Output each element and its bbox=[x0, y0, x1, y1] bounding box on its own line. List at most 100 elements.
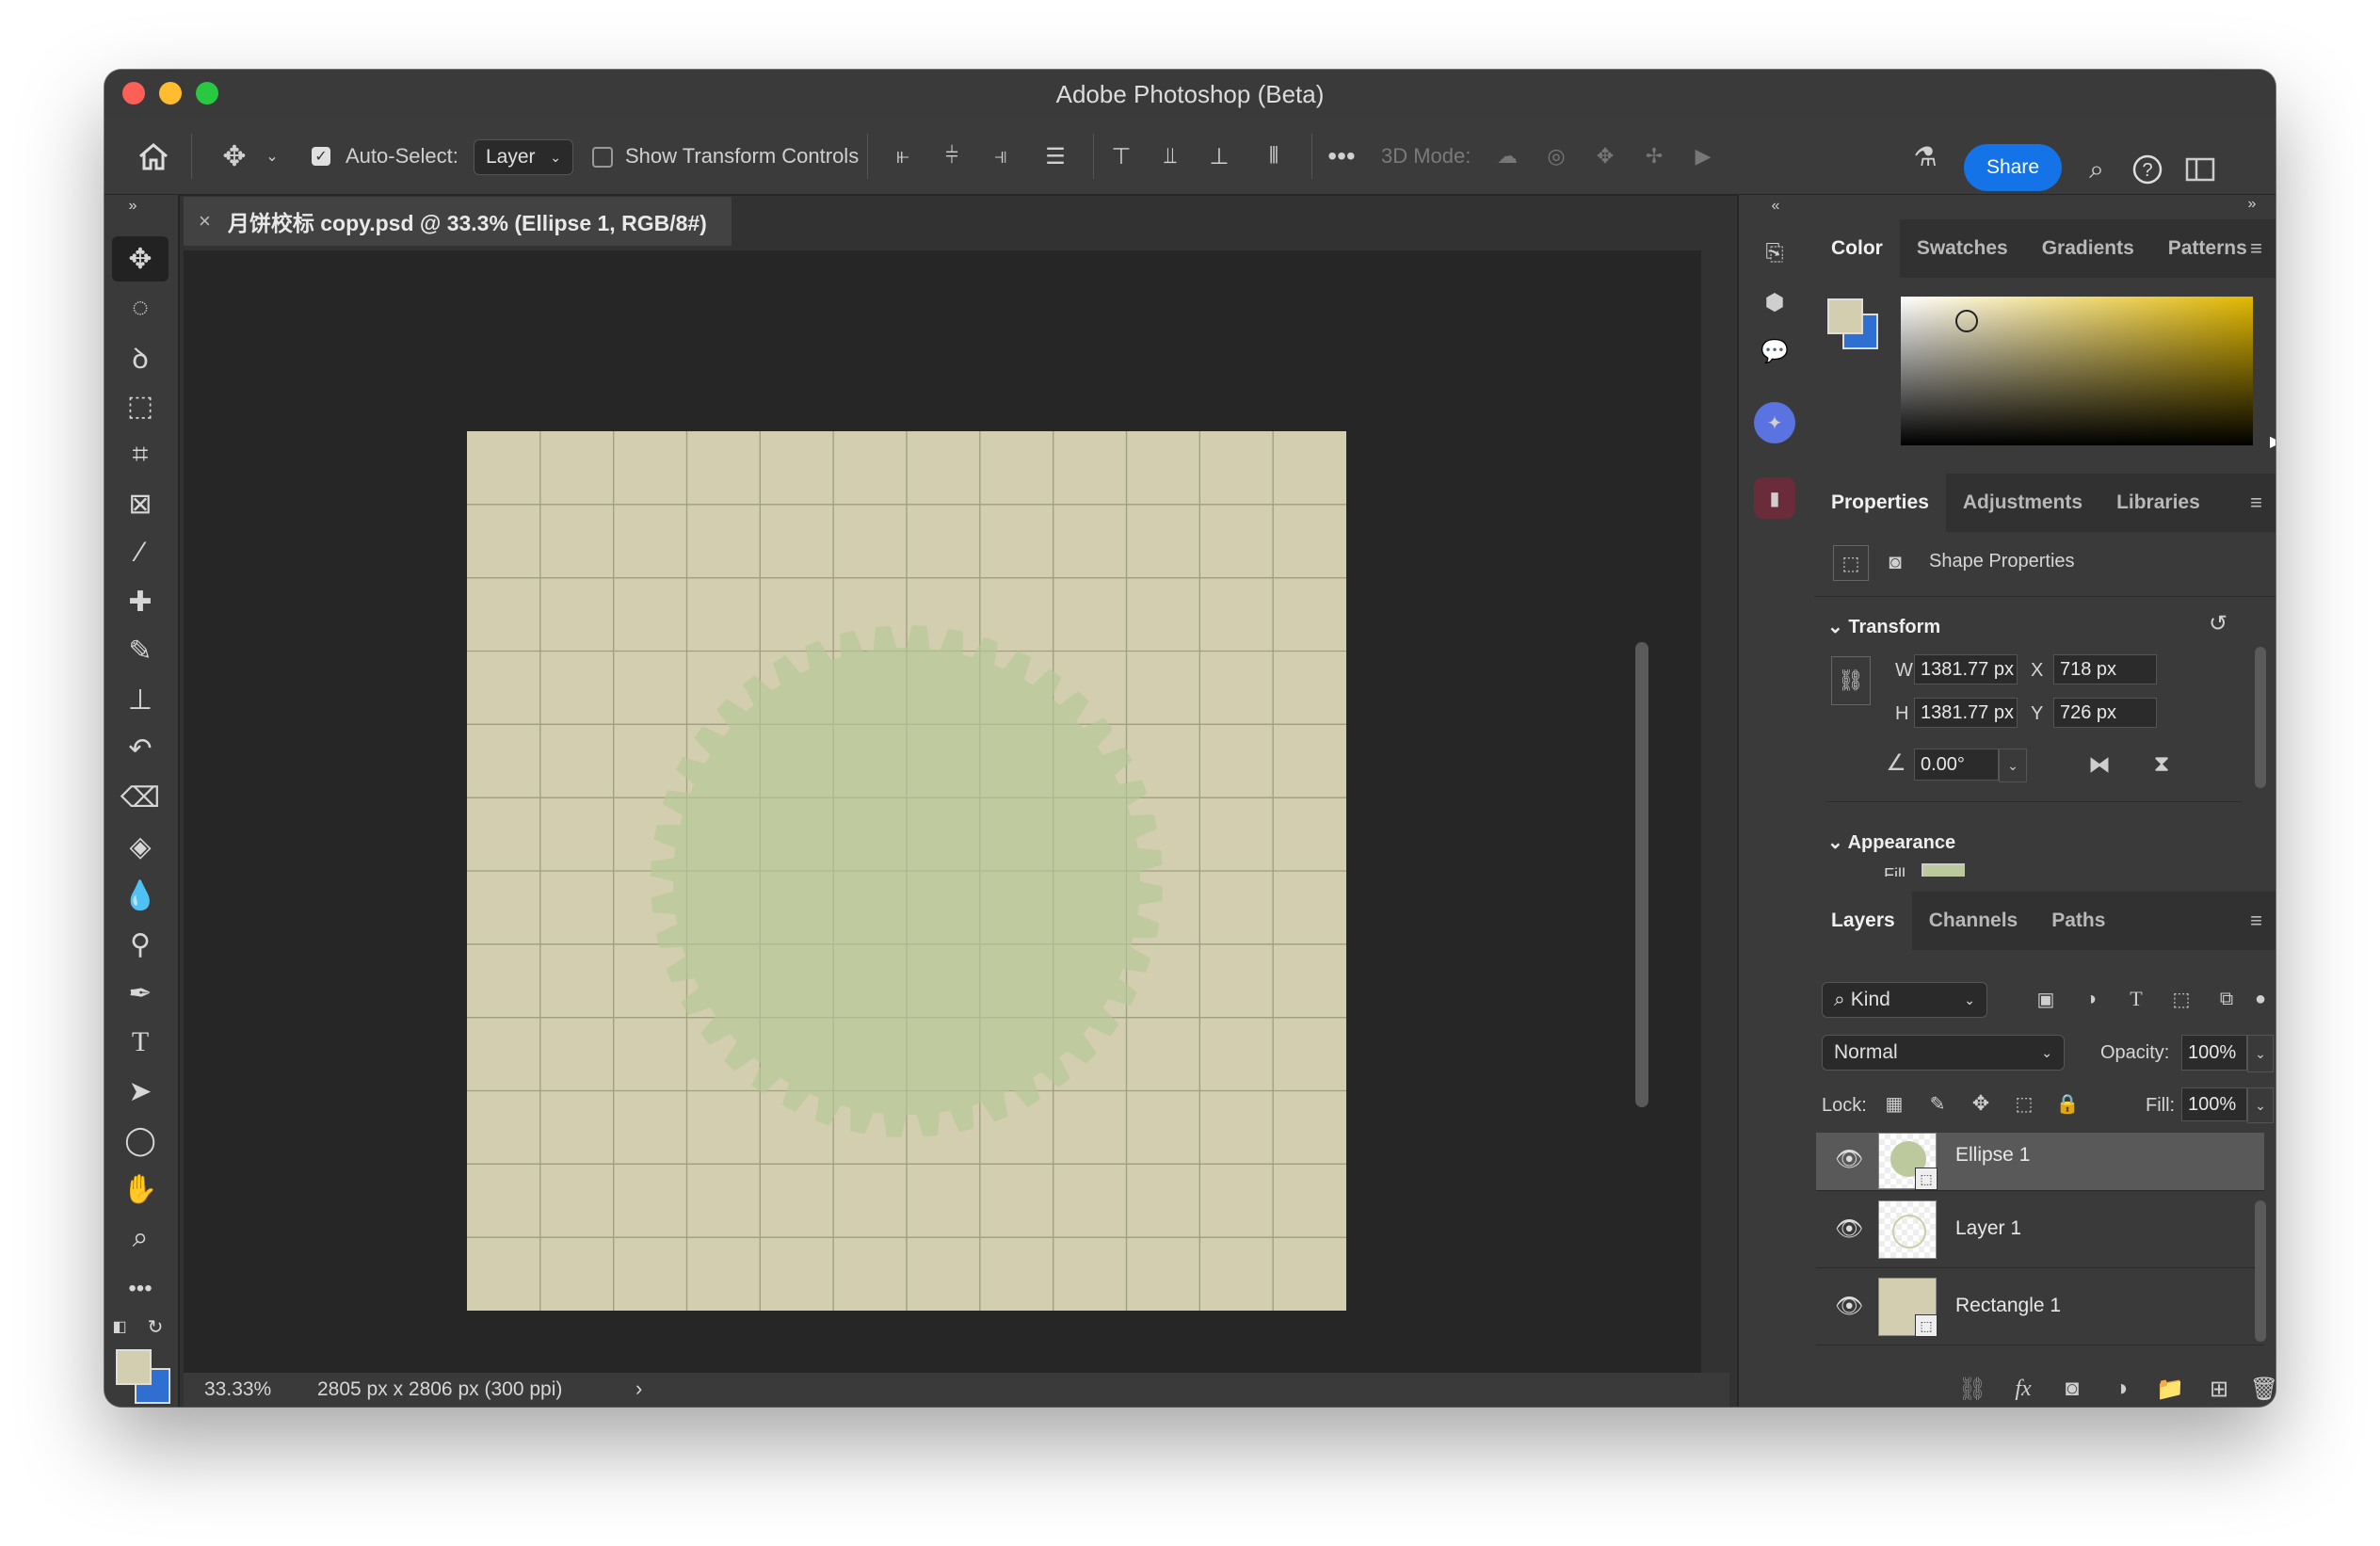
tab-color[interactable]: Color bbox=[1814, 219, 1900, 278]
fill-color-swatch[interactable] bbox=[1922, 863, 1965, 877]
fill-opacity-chevron-icon[interactable]: ⌄ bbox=[2247, 1087, 2274, 1123]
status-menu-chevron-icon[interactable]: › bbox=[635, 1377, 642, 1401]
healing-brush-icon[interactable]: ✚ bbox=[112, 579, 169, 624]
height-field[interactable]: 1381.77 px bbox=[1914, 698, 2018, 728]
default-colors-icon[interactable]: ◧ bbox=[108, 1315, 131, 1338]
fg-color-chip[interactable] bbox=[1827, 298, 1863, 334]
eraser-icon[interactable]: ⌫ bbox=[112, 775, 169, 820]
align-bottom-edges-icon[interactable]: ⊥ bbox=[1200, 139, 1238, 173]
elliptical-marquee-icon[interactable]: ◌ bbox=[112, 285, 169, 330]
tab-adjustments[interactable]: Adjustments bbox=[1946, 474, 2099, 532]
reset-transform-icon[interactable]: ↺ bbox=[2204, 609, 2232, 637]
paint-bucket-icon[interactable]: ◈ bbox=[112, 824, 169, 869]
history-brush-icon[interactable]: ↶ bbox=[112, 726, 169, 771]
beta-flask-icon[interactable]: ⚗ bbox=[1906, 137, 1944, 175]
tab-patterns[interactable]: Patterns bbox=[2151, 219, 2264, 278]
3d-orbit-icon[interactable]: ☁ bbox=[1488, 139, 1526, 173]
tab-gradients[interactable]: Gradients bbox=[2025, 219, 2151, 278]
color-field[interactable] bbox=[1901, 297, 2253, 445]
link-dimensions-icon[interactable]: ⛓ bbox=[1831, 656, 1871, 705]
panel-menu-icon[interactable]: ≡ bbox=[2250, 909, 2262, 933]
auto-select-checkbox[interactable]: ✓ bbox=[312, 147, 330, 166]
new-layer-icon[interactable]: ⊞ bbox=[2204, 1374, 2234, 1404]
ellipse-tool-icon[interactable]: ◯ bbox=[112, 1118, 169, 1163]
lock-image-pixels-icon[interactable]: ✎ bbox=[1923, 1089, 1952, 1118]
angle-dropdown-chevron-icon[interactable]: ⌄ bbox=[1999, 749, 2027, 782]
eyedropper-icon[interactable]: ⁄ bbox=[112, 530, 169, 575]
align-right-edges-icon[interactable]: ⫣ bbox=[982, 139, 1020, 173]
swap-colors-icon[interactable]: ↻ bbox=[144, 1315, 167, 1338]
x-field[interactable]: 718 px bbox=[2053, 654, 2157, 684]
zoom-window-button[interactable] bbox=[196, 82, 218, 105]
lock-transparent-pixels-icon[interactable]: ▦ bbox=[1880, 1089, 1908, 1118]
document-tab[interactable]: × 月饼校标 copy.psd @ 33.3% (Ellipse 1, RGB/… bbox=[184, 197, 732, 246]
new-group-icon[interactable]: 📁 bbox=[2155, 1374, 2185, 1404]
ai-assistant-icon[interactable]: ✦ bbox=[1754, 402, 1795, 443]
3d-pan-icon[interactable]: ✥ bbox=[1586, 139, 1624, 173]
expand-panels-icon[interactable]: » bbox=[2238, 195, 2266, 214]
adjustment-layer-icon[interactable]: ◑ bbox=[2106, 1374, 2136, 1404]
path-selection-icon[interactable]: ➤ bbox=[112, 1069, 169, 1114]
mask-properties-icon[interactable]: ◙ bbox=[1878, 545, 1912, 579]
hand-icon[interactable]: ✋ bbox=[112, 1167, 169, 1212]
3d-slide-icon[interactable]: ✢ bbox=[1635, 139, 1673, 173]
filter-pixel-icon[interactable]: ▣ bbox=[2031, 984, 2061, 1014]
layer-styles-icon[interactable]: fx bbox=[2008, 1374, 2038, 1404]
tab-swatches[interactable]: Swatches bbox=[1900, 219, 2025, 278]
distribute-horizontal-icon[interactable]: ⦀ bbox=[1255, 139, 1293, 173]
brush-icon[interactable]: ✎ bbox=[112, 628, 169, 673]
y-field[interactable]: 726 px bbox=[2053, 698, 2157, 728]
lock-artboard-icon[interactable]: ⬚ bbox=[2010, 1089, 2038, 1118]
align-horizontal-centers-icon[interactable]: ⫩ bbox=[933, 139, 971, 173]
zoom-level[interactable]: 33.33% bbox=[204, 1378, 271, 1401]
filter-type-icon[interactable]: T bbox=[2121, 984, 2151, 1014]
distribute-vertical-icon[interactable]: ☰ bbox=[1037, 139, 1074, 173]
filter-adjustment-icon[interactable]: ◑ bbox=[2076, 984, 2106, 1014]
auto-select-dropdown[interactable]: Layer ⌄ bbox=[474, 139, 573, 175]
tab-layers[interactable]: Layers bbox=[1814, 892, 1912, 950]
tab-channels[interactable]: Channels bbox=[1912, 892, 2035, 950]
layer-row-rectangle-1[interactable]: 👁 ⬚ Rectangle 1 bbox=[1816, 1270, 2264, 1345]
dodge-icon[interactable]: ⚲ bbox=[112, 922, 169, 967]
fill-opacity-field[interactable]: 100% bbox=[2181, 1087, 2247, 1121]
workspace-icon[interactable] bbox=[2181, 151, 2219, 188]
layers-scrollbar-thumb[interactable] bbox=[2255, 1200, 2266, 1342]
blend-mode-dropdown[interactable]: Normal ⌄ bbox=[1822, 1035, 2065, 1071]
edit-toolbar-icon[interactable]: ••• bbox=[112, 1266, 169, 1312]
comments-icon[interactable]: 💬 bbox=[1756, 332, 1793, 370]
3d-roll-icon[interactable]: ◎ bbox=[1537, 139, 1575, 173]
filter-smart-object-icon[interactable]: ⧉ bbox=[2211, 984, 2242, 1014]
document-canvas[interactable] bbox=[184, 250, 1701, 1392]
canvas-area[interactable] bbox=[184, 250, 1701, 1392]
link-layers-icon[interactable]: ⛓ bbox=[1957, 1374, 1987, 1404]
align-vertical-centers-icon[interactable]: ⫫ bbox=[1151, 139, 1189, 173]
align-top-edges-icon[interactable]: ⊤ bbox=[1102, 139, 1140, 173]
lock-position-icon[interactable]: ✥ bbox=[1967, 1089, 1995, 1118]
visibility-eye-icon[interactable]: 👁 bbox=[1835, 1293, 1863, 1320]
opacity-field[interactable]: 100% bbox=[2181, 1035, 2247, 1071]
close-window-button[interactable] bbox=[122, 82, 145, 105]
panel-menu-icon[interactable]: ≡ bbox=[2250, 236, 2262, 261]
chevron-down-icon[interactable]: ⌄ bbox=[263, 141, 281, 171]
object-selection-icon[interactable]: ⬚ bbox=[112, 383, 169, 428]
plugin-app-icon[interactable]: ▮ bbox=[1754, 477, 1795, 519]
home-icon[interactable] bbox=[133, 136, 174, 177]
show-transform-checkbox[interactable] bbox=[592, 147, 613, 168]
properties-scrollbar-thumb[interactable] bbox=[2255, 647, 2266, 788]
minimize-window-button[interactable] bbox=[159, 82, 182, 105]
layer-row-ellipse-1[interactable]: 👁 ⬚ Ellipse 1 bbox=[1816, 1133, 2264, 1191]
search-icon[interactable]: ⌕ bbox=[2078, 151, 2115, 188]
angle-field[interactable]: 0.00° bbox=[1914, 749, 1999, 781]
tab-paths[interactable]: Paths bbox=[2034, 892, 2122, 950]
move-tool-icon[interactable]: ✥ bbox=[112, 236, 169, 282]
layer-filter-kind-dropdown[interactable]: ⌕ Kind ⌄ bbox=[1822, 982, 1987, 1018]
visibility-eye-icon[interactable]: 👁 bbox=[1835, 1146, 1863, 1173]
shape-properties-icon[interactable]: ⬚ bbox=[1833, 545, 1869, 581]
crop-icon[interactable]: ⌗ bbox=[112, 432, 169, 477]
collapse-icon[interactable]: » bbox=[105, 195, 161, 217]
lasso-icon[interactable]: ꝺ bbox=[112, 334, 169, 379]
filter-toggle-icon[interactable]: ● bbox=[2249, 980, 2272, 1018]
color-picker-cursor[interactable] bbox=[1955, 310, 1978, 332]
transform-header[interactable]: ⌄ Transform bbox=[1827, 615, 1940, 638]
panel-menu-icon[interactable]: ≡ bbox=[2250, 491, 2262, 515]
